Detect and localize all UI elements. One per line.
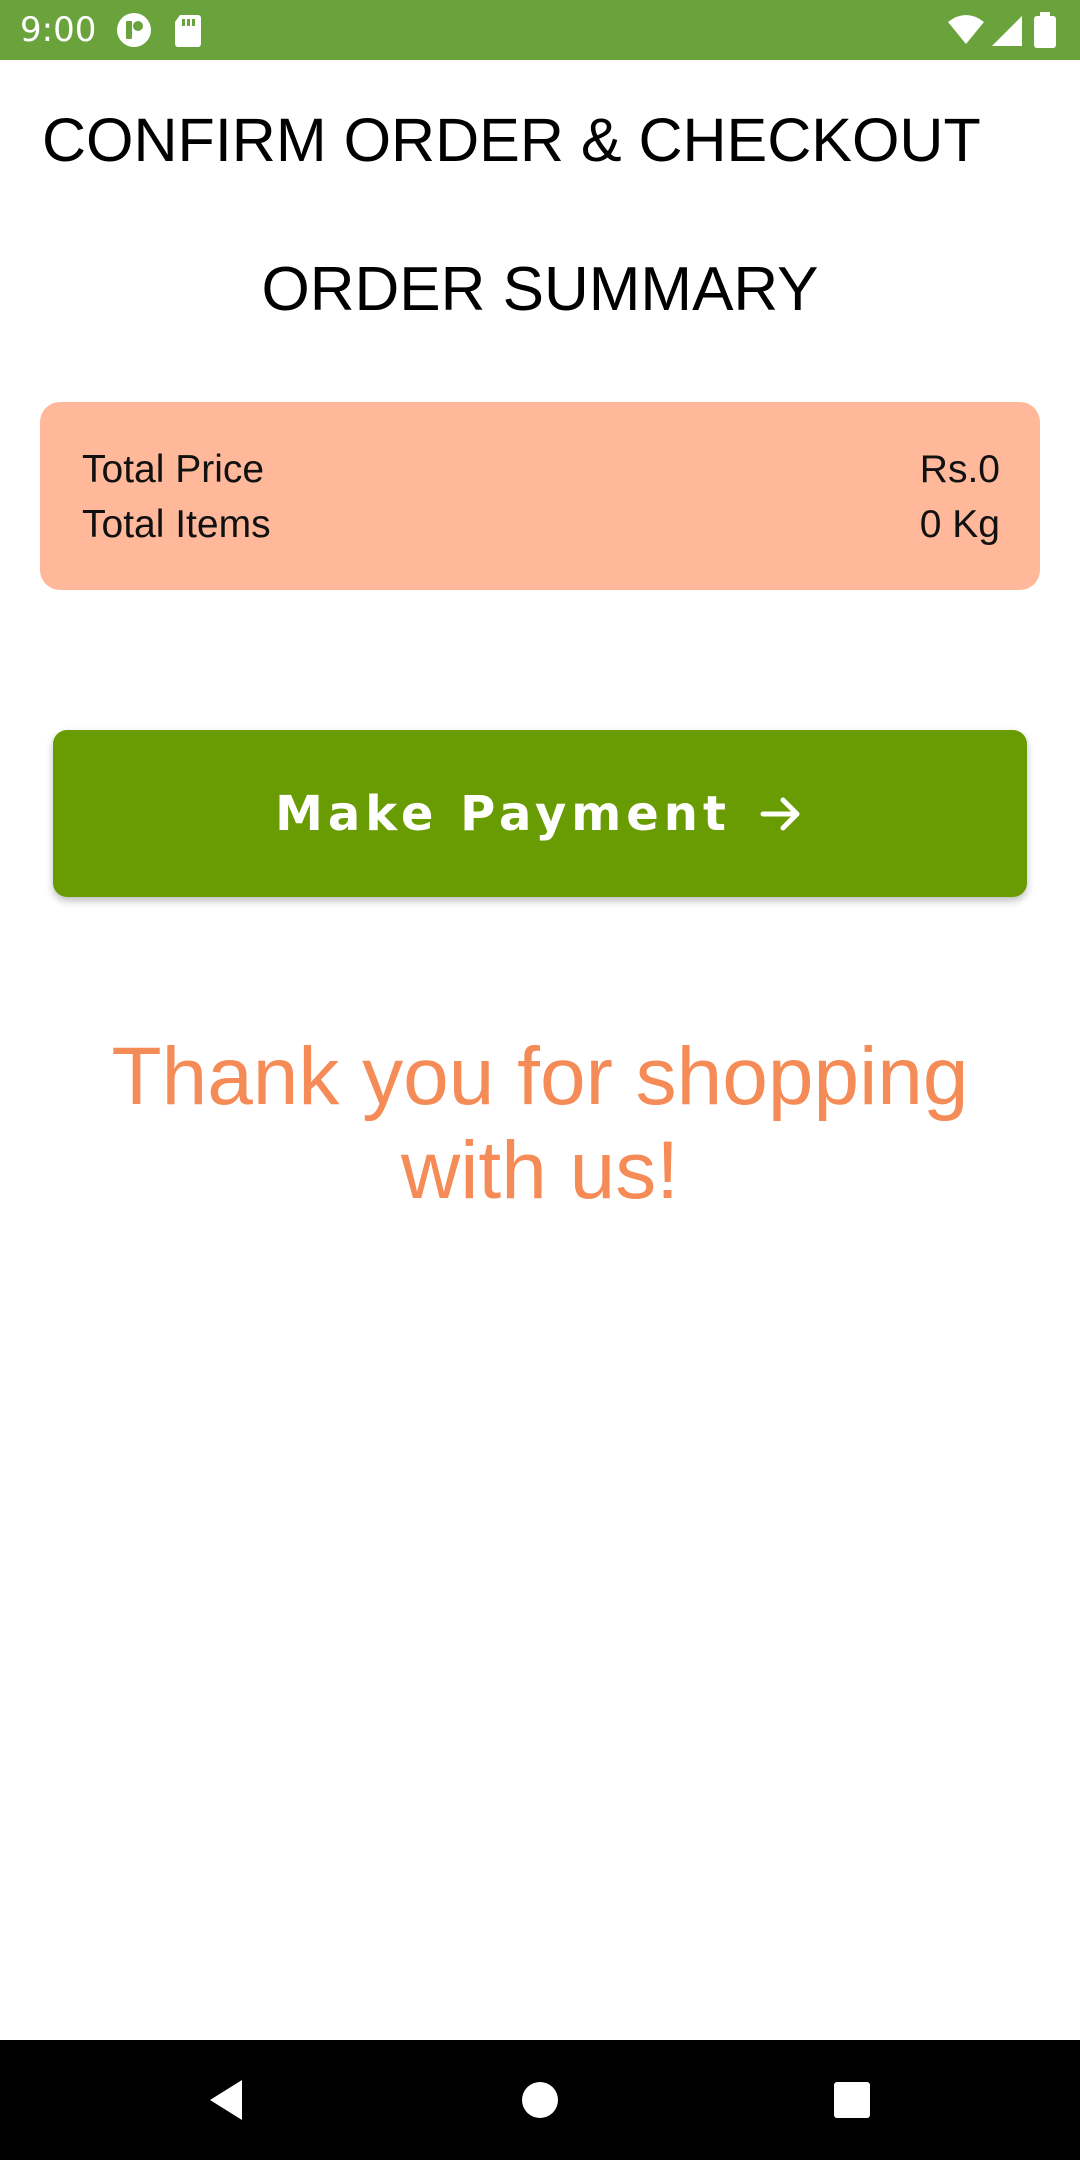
home-icon[interactable]: [510, 2070, 570, 2130]
battery-icon: [1030, 10, 1060, 50]
recents-icon[interactable]: [822, 2070, 882, 2130]
sd-card-icon: [168, 10, 208, 50]
arrow-right-icon: [757, 790, 805, 838]
system-nav-bar: [0, 2040, 1080, 2160]
page-title: CONFIRM ORDER & CHECKOUT: [42, 106, 981, 174]
app-notification-icon: [114, 10, 154, 50]
make-payment-button[interactable]: Make Payment: [53, 730, 1027, 897]
signal-icon: [988, 10, 1028, 50]
order-summary-title: ORDER SUMMARY: [261, 255, 819, 324]
make-payment-label: Make Payment: [275, 785, 731, 842]
total-items-value: 0 Kg: [919, 503, 1000, 546]
back-icon[interactable]: [196, 2070, 256, 2130]
total-price-value: Rs.0: [919, 448, 1000, 491]
status-time: 9:00: [20, 10, 97, 50]
total-items-row: Total Items 0 Kg: [82, 498, 1000, 552]
total-price-label: Total Price: [82, 448, 265, 491]
wifi-icon: [946, 10, 986, 50]
total-price-row: Total Price Rs.0: [82, 443, 1000, 497]
thank-you-message: Thank you for shopping with us!: [111, 1031, 969, 1216]
status-bar: 9:00: [0, 0, 1080, 60]
total-items-label: Total Items: [82, 503, 271, 546]
